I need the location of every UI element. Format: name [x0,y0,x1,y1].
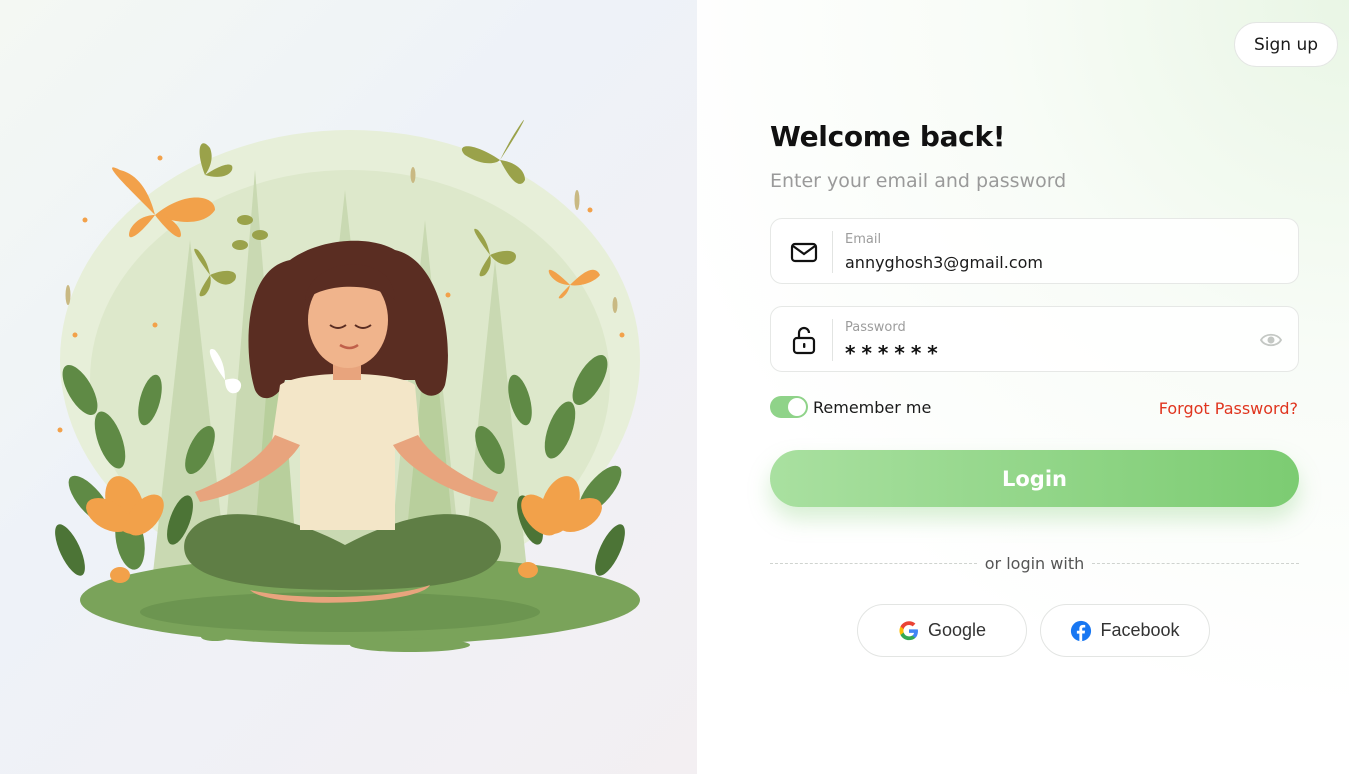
login-button[interactable]: Login [770,450,1299,507]
google-login-button[interactable]: Google [857,604,1027,657]
google-icon [899,620,918,640]
toggle-switch[interactable] [770,396,808,418]
email-field[interactable]: Email annyghosh3@gmail.com [770,218,1299,284]
facebook-login-button[interactable]: Facebook [1040,604,1210,657]
meditation-illustration [55,119,640,652]
forgot-password-link[interactable]: Forgot Password? [1159,399,1298,418]
toggle-knob [788,398,806,416]
page-subtitle: Enter your email and password [770,170,1067,192]
envelope-icon [790,242,818,263]
lock-open-icon [792,326,816,355]
field-divider [832,231,833,273]
password-field[interactable]: Password ****** [770,306,1299,372]
or-divider: or login with [770,553,1299,575]
email-label: Email [845,232,882,247]
facebook-label: Facebook [1100,620,1180,640]
facebook-icon [1071,620,1092,641]
google-label: Google [927,620,987,640]
email-input[interactable]: annyghosh3@gmail.com [845,253,1043,272]
eye-icon[interactable] [1260,330,1282,350]
field-divider [832,319,833,361]
signup-button[interactable]: Sign up [1234,22,1338,67]
illustration-panel [0,0,697,774]
password-label: Password [845,320,906,335]
remember-me-label: Remember me [813,397,932,417]
page-title: Welcome back! [770,120,1006,153]
divider-line [1092,563,1299,564]
remember-me-toggle[interactable]: Remember me [770,396,931,418]
password-input[interactable]: ****** [845,341,944,365]
login-panel: Sign up Welcome back! Enter your email a… [697,0,1349,774]
